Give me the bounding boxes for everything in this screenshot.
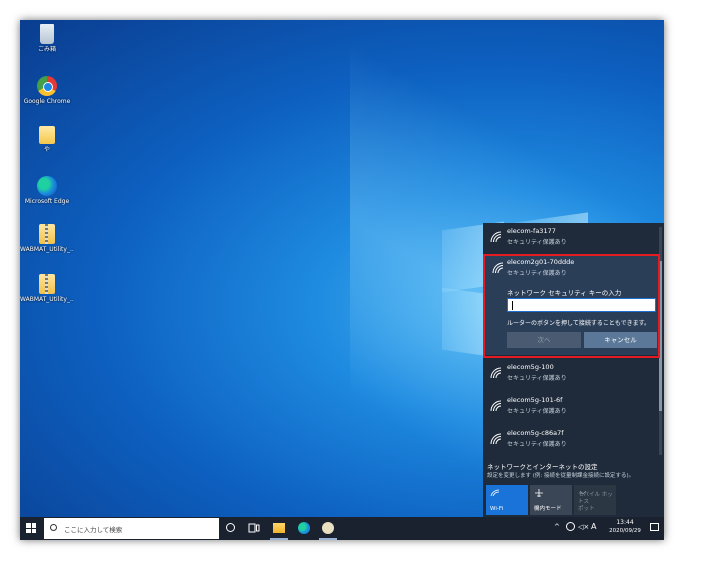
windows-logo-icon [31, 528, 36, 533]
network-globe-icon[interactable] [566, 522, 575, 531]
flyout-scrollbar[interactable] [659, 227, 662, 455]
edge-taskbar-icon[interactable] [298, 522, 310, 534]
network-name: elecom-fa3177 [507, 227, 556, 235]
desktop-icon-folder[interactable]: や [20, 126, 74, 154]
desktop-icon-label: Google Chrome [23, 98, 71, 105]
windows-logo-icon [26, 523, 31, 528]
wifi-secured-icon [490, 367, 502, 379]
next-button[interactable]: 次へ [507, 332, 581, 348]
network-security: セキュリティ保護あり [507, 239, 567, 246]
security-key-label: ネットワーク セキュリティ キーの入力 [507, 289, 622, 297]
airplane-mode-label: 機内モード [534, 506, 562, 512]
network-security: セキュリティ保護あり [507, 375, 567, 382]
mobile-hotspot-label: モバイル ホットス ポット [578, 492, 616, 513]
desktop-icon-zip-2[interactable]: WABMAT_Utility_... [20, 274, 74, 304]
clock-date[interactable]: 2020/09/29 [605, 528, 645, 534]
desktop-icon-label: WABMAT_Utility_... [20, 296, 74, 303]
task-view-icon[interactable] [248, 522, 260, 534]
start-button[interactable] [26, 523, 36, 533]
running-indicator [319, 538, 337, 540]
wifi-secured-icon [492, 262, 504, 274]
desktop-icon-label: や [43, 146, 50, 153]
clock-time[interactable]: 13:44 [607, 519, 643, 526]
notification-center-icon[interactable] [650, 523, 659, 531]
airplane-mode-toggle[interactable]: 機内モード [530, 485, 572, 515]
desktop-icon-label: ごみ箱 [37, 46, 56, 53]
file-explorer-icon[interactable] [273, 523, 285, 533]
edge-icon [37, 176, 57, 196]
network-name: elecom5g-c86a7f [507, 429, 564, 437]
taskbar: ここに入力して検索 ^ ◁× A 13:44 2020/09/29 [20, 517, 664, 540]
desktop-icon-edge[interactable]: Microsoft Edge [20, 176, 74, 206]
airplane-icon [535, 489, 543, 497]
network-security: セキュリティ保護あり [507, 270, 567, 277]
chevron-up-icon[interactable]: ^ [554, 523, 560, 531]
chrome-icon [37, 76, 57, 96]
ime-indicator[interactable]: A [591, 522, 596, 531]
windows-logo-icon [26, 528, 31, 533]
network-item[interactable]: elecom5g-101-6f セキュリティ保護あり [483, 392, 659, 424]
cancel-button[interactable]: キャンセル [584, 332, 657, 348]
taskbar-search-box[interactable]: ここに入力して検索 [44, 518, 219, 539]
network-settings-description: 設定を変更します (例: 接続を従量制課金接続に設定する)。 [487, 473, 635, 479]
network-name: elecom5g-100 [507, 363, 554, 371]
speaker-icon[interactable]: ◁× [578, 523, 589, 531]
desktop-icon-recycle-bin[interactable]: ごみ箱 [20, 24, 74, 54]
network-security: セキュリティ保護あり [507, 441, 567, 448]
hotspot-label-line1: モバイル ホットス [578, 492, 613, 505]
wps-hint: ルーターのボタンを押して接続することもできます。 [507, 320, 650, 327]
desktop-icon-zip-1[interactable]: WABMAT_Utility_... [20, 224, 74, 254]
wifi-secured-icon [490, 231, 502, 243]
recycle-bin-icon [40, 24, 54, 44]
desktop-icon-label: WABMAT_Utility_... [20, 246, 74, 253]
security-key-input[interactable] [507, 298, 656, 312]
network-app-icon[interactable] [322, 522, 334, 534]
windows-logo-icon [31, 523, 36, 528]
search-icon [50, 524, 57, 531]
text-caret [512, 301, 513, 310]
system-tray: ^ ◁× A 13:44 2020/09/29 [554, 517, 664, 540]
wifi-toggle[interactable]: Wi-Fi [486, 485, 528, 515]
network-item[interactable]: elecom-fa3177 セキュリティ保護あり [483, 223, 659, 255]
hotspot-label-line2: ポット [578, 506, 595, 512]
network-item-selected[interactable]: elecom2g01-70ddde セキュリティ保護あり ネットワーク セキュリ… [485, 254, 658, 355]
zip-folder-icon [39, 274, 55, 294]
cortana-button[interactable] [226, 523, 235, 532]
desktop-icon-chrome[interactable]: Google Chrome [20, 76, 74, 106]
desktop-icon-label: Microsoft Edge [24, 198, 70, 205]
search-placeholder: ここに入力して検索 [64, 526, 123, 534]
scrollbar-thumb[interactable] [659, 261, 662, 411]
wifi-toggle-label: Wi-Fi [490, 506, 504, 512]
wifi-icon [490, 489, 500, 497]
wifi-secured-icon [490, 400, 502, 412]
network-item[interactable]: elecom5g-c86a7f セキュリティ保護あり [483, 425, 659, 457]
wifi-secured-icon [490, 433, 502, 445]
network-name: elecom2g01-70ddde [507, 258, 575, 266]
running-indicator [270, 538, 288, 540]
network-item[interactable]: elecom5g-100 セキュリティ保護あり [483, 359, 659, 391]
folder-icon [39, 126, 55, 144]
network-name: elecom5g-101-6f [507, 396, 563, 404]
network-security: セキュリティ保護あり [507, 408, 567, 415]
mobile-hotspot-toggle[interactable]: モバイル ホットス ポット [574, 485, 616, 515]
zip-folder-icon [39, 224, 55, 244]
network-flyout: elecom-fa3177 セキュリティ保護あり elecom2g01-70dd… [483, 223, 664, 518]
desktop-screen: ごみ箱 Google Chrome や Microsoft Edge WABMA… [20, 20, 664, 540]
network-settings-link[interactable]: ネットワークとインターネットの設定 [487, 461, 598, 471]
